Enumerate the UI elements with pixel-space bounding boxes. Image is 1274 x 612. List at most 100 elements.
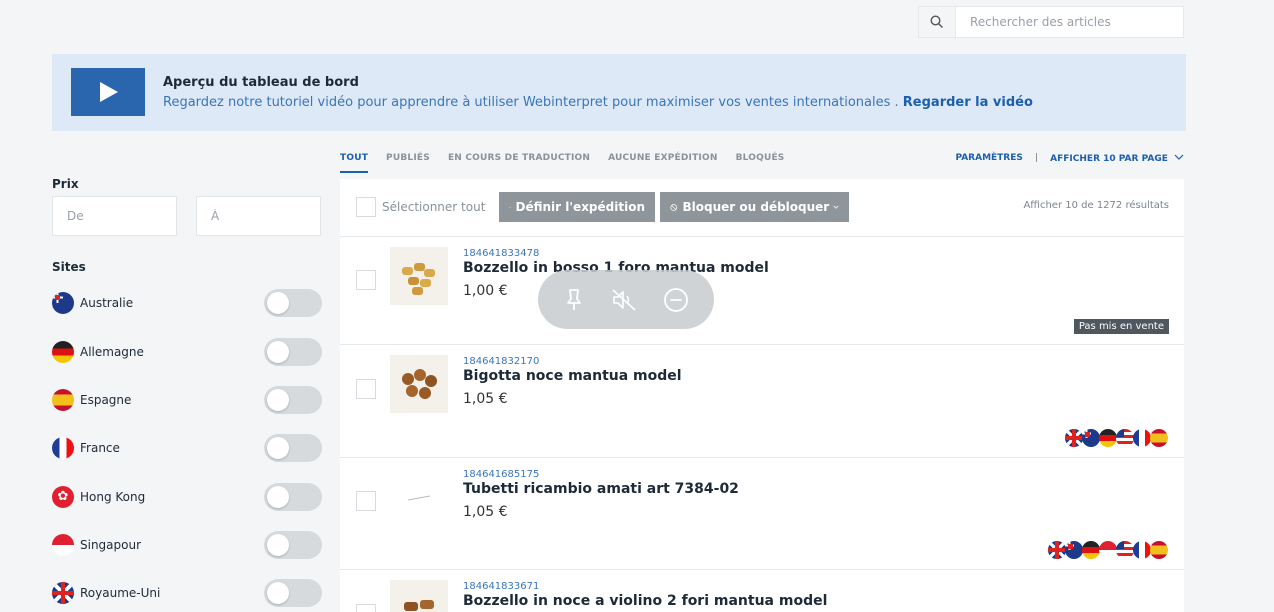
block-unblock-button[interactable]: Bloquer ou débloquer <box>660 192 849 222</box>
flag-us-icon <box>1116 541 1134 559</box>
product-id[interactable]: 184641832170 <box>463 356 539 367</box>
status-badge: Pas mis en vente <box>1073 319 1169 334</box>
site-name: Australie <box>80 296 134 310</box>
flag-au-icon <box>1065 541 1083 559</box>
toggle-australie[interactable] <box>264 289 322 317</box>
product-price: 1,00 € <box>463 283 508 299</box>
site-filter-australie: Australie <box>52 289 322 317</box>
chevron-down-icon <box>833 205 839 209</box>
tab-tout[interactable]: TOUT <box>340 153 369 173</box>
tab-bloques[interactable]: BLOQUÉS <box>736 153 785 173</box>
toggle-espagne[interactable] <box>264 386 322 414</box>
flag-fr-icon <box>52 437 74 459</box>
per-page-label: AFFICHER 10 PAR PAGE <box>1050 154 1168 164</box>
price-label: Prix <box>52 177 79 191</box>
toggle-allemagne[interactable] <box>264 338 322 366</box>
results-count: Afficher 10 de 1272 résultats <box>1023 200 1169 211</box>
tab-en-cours-de-traduction[interactable]: EN COURS DE TRADUCTION <box>448 153 590 173</box>
site-filter-singapour: Singapour <box>52 531 322 559</box>
quick-actions-overlay <box>538 270 714 329</box>
set-shipping-label: Définir l'expédition <box>515 200 645 214</box>
product-row: 184641833478 Bozzello in bosso 1 foro ma… <box>340 237 1184 345</box>
product-name[interactable]: Bozzello in noce a violino 2 fori mantua… <box>463 593 827 609</box>
listing-tabs: TOUT PUBLIÉS EN COURS DE TRADUCTION AUCU… <box>340 153 802 173</box>
product-id[interactable]: 184641833478 <box>463 248 539 259</box>
product-id[interactable]: 184641685175 <box>463 469 539 480</box>
product-name[interactable]: Tubetti ricambio amati art 7384-02 <box>463 481 739 497</box>
set-shipping-button[interactable]: Définir l'expédition <box>499 192 655 222</box>
tab-publies[interactable]: PUBLIÉS <box>386 153 430 173</box>
flag-sg-icon <box>1099 541 1117 559</box>
watch-video-link[interactable]: Regarder la vidéo <box>903 95 1033 110</box>
toggle-france[interactable] <box>264 434 322 462</box>
select-all-checkbox[interactable] <box>356 197 376 217</box>
row-checkbox[interactable] <box>356 604 376 612</box>
product-row: 184641685175 Tubetti ricambio amati art … <box>340 458 1184 570</box>
play-icon <box>100 82 118 102</box>
site-name: Singapour <box>80 538 142 552</box>
product-name[interactable]: Bigotta noce mantua model <box>463 368 682 384</box>
search-input[interactable] <box>956 6 1184 38</box>
product-row: 184641832170 Bigotta noce mantua model 1… <box>340 345 1184 458</box>
flag-uk-icon <box>1065 429 1083 447</box>
site-filter-france: France <box>52 434 322 462</box>
tab-aucune-expedition[interactable]: AUCUNE EXPÉDITION <box>608 153 717 173</box>
product-price: 1,05 € <box>463 504 508 520</box>
flag-au-icon <box>1082 429 1100 447</box>
site-name: Allemagne <box>80 345 144 359</box>
sites-label: Sites <box>52 260 86 274</box>
flag-fr-icon <box>1133 541 1151 559</box>
site-filter-allemagne: Allemagne <box>52 338 322 366</box>
flag-sg-icon <box>52 534 74 556</box>
row-checkbox[interactable] <box>356 270 376 290</box>
play-video-button[interactable] <box>71 68 145 116</box>
flag-de-icon <box>1082 541 1100 559</box>
product-thumbnail[interactable] <box>390 468 448 526</box>
parametres-link[interactable]: PARAMÈTRES <box>955 153 1022 164</box>
product-thumbnail[interactable] <box>390 355 448 413</box>
select-all-label[interactable]: Sélectionner tout <box>382 200 485 214</box>
list-toolbar: Sélectionner tout Définir l'expédition B… <box>340 179 1184 237</box>
flag-uk-icon <box>1048 541 1066 559</box>
block-unblock-label: Bloquer ou débloquer <box>682 200 830 214</box>
published-sites-flags <box>1048 541 1168 559</box>
list-settings: PARAMÈTRES | AFFICHER 10 PAR PAGE <box>955 153 1184 164</box>
site-filter-hong-kong: Hong Kong <box>52 483 322 511</box>
chevron-down-icon <box>1174 154 1184 160</box>
site-name: Royaume-Uni <box>80 586 161 600</box>
separator: | <box>1034 153 1039 163</box>
product-thumbnail[interactable] <box>390 580 448 612</box>
banner-text: Regardez notre tutoriel vidéo pour appre… <box>163 95 1033 110</box>
site-name: Espagne <box>80 393 132 407</box>
mute-icon[interactable] <box>611 288 637 312</box>
flag-de-icon <box>1099 429 1117 447</box>
listing-panel: Sélectionner tout Définir l'expédition B… <box>340 179 1184 612</box>
product-thumbnail[interactable] <box>390 247 448 305</box>
flag-fr-icon <box>1133 429 1151 447</box>
flag-hk-icon <box>52 486 74 508</box>
toggle-singapour[interactable] <box>264 531 322 559</box>
flag-uk-icon <box>52 582 74 604</box>
price-to-input[interactable] <box>196 196 321 236</box>
site-filter-espagne: Espagne <box>52 386 322 414</box>
site-filter-royaume-uni: Royaume-Uni <box>52 579 322 607</box>
minus-circle-icon[interactable] <box>663 287 689 313</box>
flag-es-icon <box>52 389 74 411</box>
flag-es-icon <box>1150 429 1168 447</box>
search-icon[interactable] <box>918 6 956 38</box>
toggle-royaume-uni[interactable] <box>264 579 322 607</box>
product-id[interactable]: 184641833671 <box>463 581 539 592</box>
product-row: 184641833671 Bozzello in noce a violino … <box>340 570 1184 612</box>
flag-au-icon <box>52 292 74 314</box>
flag-de-icon <box>52 341 74 363</box>
per-page-dropdown[interactable]: AFFICHER 10 PAR PAGE <box>1050 153 1184 164</box>
site-name: France <box>80 441 120 455</box>
pin-icon[interactable] <box>563 288 585 312</box>
search-bar <box>918 6 1184 38</box>
tutorial-banner: Aperçu du tableau de bord Regardez notre… <box>52 54 1186 131</box>
row-checkbox[interactable] <box>356 379 376 399</box>
plane-icon <box>509 206 511 208</box>
price-from-input[interactable] <box>52 196 177 236</box>
toggle-hong-kong[interactable] <box>264 483 322 511</box>
row-checkbox[interactable] <box>356 491 376 511</box>
